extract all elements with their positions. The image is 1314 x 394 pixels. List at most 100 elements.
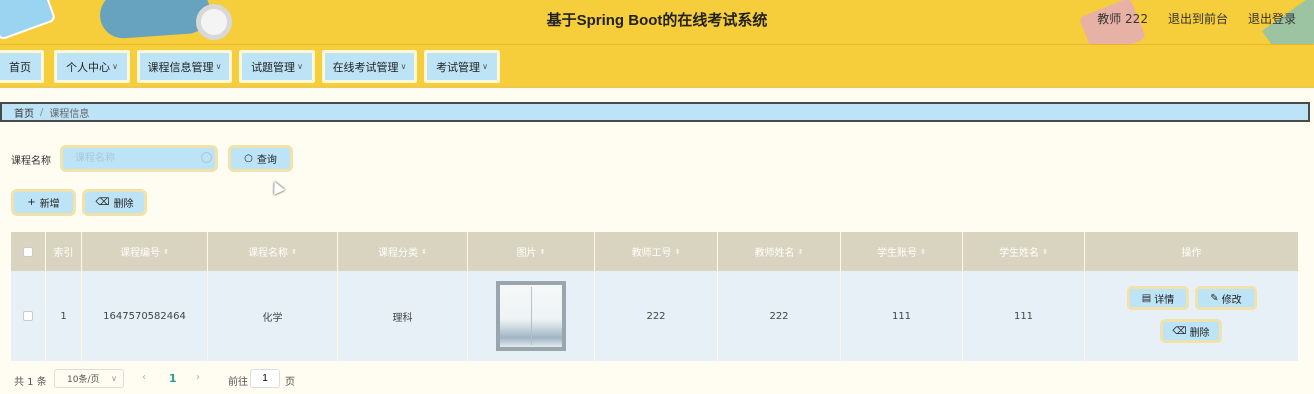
page-size-select[interactable]: 10条/页 ∨ — [54, 369, 124, 388]
nav-item-label: 课程信息管理 — [147, 60, 214, 74]
detail-button[interactable]: ▤ 详情 — [1127, 286, 1189, 310]
cell-course-no: 1647570582464 — [82, 271, 208, 361]
header-select-all[interactable] — [11, 232, 46, 271]
course-image[interactable] — [496, 281, 566, 351]
nav-item-home[interactable]: 首页 — [0, 50, 44, 83]
column-header-label: 索引 — [53, 248, 74, 259]
breadcrumb: 首页 / 课程信息 — [0, 102, 1310, 122]
chevron-down-icon: ∨ — [297, 62, 303, 71]
chevron-down-icon: ∨ — [111, 374, 117, 383]
course-name-search-input[interactable] — [60, 145, 218, 172]
column-header[interactable]: 学生账号 ⬍ — [841, 232, 963, 271]
top-header: 基于Spring Boot的在线考试系统 教师 222 退出到前台 退出登录 — [0, 0, 1314, 44]
sort-icon[interactable]: ⬍ — [540, 248, 546, 256]
sort-icon[interactable]: ⬍ — [798, 248, 804, 256]
pagination-total: 共 1 条 — [14, 377, 47, 388]
goto-page-input[interactable] — [250, 369, 280, 388]
course-image-artwork — [500, 285, 562, 347]
nav-item-online-exam-management[interactable]: 在线考试管理 ∨ — [322, 50, 417, 83]
breadcrumb-current: 课程信息 — [49, 108, 90, 120]
page-size-value: 10条/页 — [67, 375, 100, 385]
sort-icon[interactable]: ⬍ — [163, 248, 169, 256]
nav-item-personal-center[interactable]: 个人中心 ∨ — [54, 50, 130, 83]
sort-icon[interactable]: ⬍ — [920, 248, 926, 256]
column-header: 索引 — [46, 232, 82, 271]
nav-item-exam-management[interactable]: 考试管理 ∨ — [424, 50, 500, 83]
column-header[interactable]: 学生姓名 ⬍ — [963, 232, 1085, 271]
cell-operations: ▤ 详情 ✎ 修改 ⌫ 删除 — [1085, 271, 1298, 361]
cell-teacher-no: 222 — [595, 271, 718, 361]
nav-item-course-management[interactable]: 课程信息管理 ∨ — [137, 50, 232, 83]
column-header[interactable]: 教师工号 ⬍ — [595, 232, 718, 271]
edit-button-label: 修改 — [1221, 294, 1242, 306]
query-button-label: 查询 — [256, 155, 277, 166]
trash-icon: ⌫ — [95, 197, 110, 208]
table-header: 索引 课程编号 ⬍ 课程名称 ⬍ 课程分类 ⬍ 图片 ⬍ 教师工号 ⬍ 教师姓名 ⬍ 学生账… — [11, 232, 1298, 271]
column-header[interactable]: 课程名称 ⬍ — [208, 232, 338, 271]
column-header-label: 教师姓名 — [754, 248, 795, 259]
column-header[interactable]: 课程编号 ⬍ — [82, 232, 208, 271]
column-header-label: 学生账号 — [877, 248, 918, 259]
breadcrumb-home[interactable]: 首页 — [14, 105, 34, 120]
mouse-cursor-icon — [269, 179, 285, 195]
page-number-current[interactable]: 1 — [169, 372, 177, 385]
edit-button[interactable]: ✎ 修改 — [1195, 286, 1257, 310]
row-select[interactable] — [11, 271, 46, 361]
pencil-icon: ✎ — [1210, 292, 1219, 304]
breadcrumb-separator: / — [40, 106, 44, 118]
detail-button-label: 详情 — [1154, 294, 1175, 306]
cell-course-name: 化学 — [208, 271, 338, 361]
cell-index: 1 — [46, 271, 82, 361]
chevron-down-icon: ∨ — [400, 62, 407, 71]
add-button-label: 新增 — [39, 199, 60, 210]
batch-delete-button[interactable]: ⌫ 删除 — [82, 189, 147, 216]
chevron-down-icon: ∨ — [215, 62, 222, 71]
clear-icon[interactable] — [201, 152, 212, 163]
nav-item-label: 在线考试管理 — [332, 60, 399, 74]
search-icon: ○ — [244, 153, 253, 164]
column-header[interactable]: 课程分类 ⬍ — [338, 232, 468, 271]
column-header-label: 教师工号 — [631, 248, 672, 259]
row-delete-button[interactable]: ⌫ 删除 — [1160, 319, 1222, 343]
sort-icon[interactable]: ⬍ — [1042, 248, 1048, 256]
checkbox[interactable] — [23, 311, 33, 321]
sort-icon[interactable]: ⬍ — [675, 248, 681, 256]
add-button[interactable]: + 新增 — [11, 189, 76, 216]
cell-student-name: 111 — [963, 271, 1085, 361]
current-user: 教师 222 — [1097, 12, 1148, 26]
row-delete-button-label: 删除 — [1189, 327, 1210, 339]
checkbox[interactable] — [23, 246, 33, 257]
query-button[interactable]: ○ 查询 — [228, 145, 293, 172]
logout-link[interactable]: 退出登录 — [1248, 10, 1296, 27]
header-links: 教师 222 退出到前台 退出登录 — [1097, 10, 1296, 27]
sort-icon[interactable]: ⬍ — [421, 248, 427, 256]
document-icon: ▤ — [1141, 292, 1152, 304]
cell-student-account: 111 — [841, 271, 963, 361]
table-row: 1 1647570582464 化学 理科 222 222 111 111 ▤ … — [11, 271, 1298, 361]
chevron-down-icon: ∨ — [482, 62, 488, 71]
column-header-label: 操作 — [1181, 248, 1202, 259]
trash-icon: ⌫ — [1172, 325, 1187, 337]
search-label: 课程名称 — [11, 156, 51, 167]
nav-item-question-management[interactable]: 试题管理 ∨ — [239, 50, 315, 83]
exit-to-front-link[interactable]: 退出到前台 — [1168, 10, 1228, 27]
plus-icon: + — [27, 197, 36, 208]
delete-button-label: 删除 — [113, 199, 134, 210]
nav-item-label: 首页 — [9, 60, 31, 74]
chevron-down-icon: ∨ — [112, 62, 118, 71]
column-header-label: 课程分类 — [378, 248, 419, 259]
next-page-icon[interactable]: › — [196, 372, 200, 383]
column-header-label: 课程编号 — [120, 248, 161, 259]
column-header-label: 图片 — [516, 248, 537, 259]
cell-teacher-name: 222 — [718, 271, 841, 361]
cell-category: 理科 — [338, 271, 468, 361]
cell-image — [468, 271, 595, 361]
sort-icon[interactable]: ⬍ — [291, 248, 297, 256]
goto-label: 前往 — [228, 377, 248, 388]
column-header-label: 课程名称 — [248, 248, 289, 259]
main-nav: 首页 个人中心 ∨ 课程信息管理 ∨ 试题管理 ∨ 在线考试管理 ∨ 考试管理 … — [0, 44, 1314, 88]
page-suffix: 页 — [285, 377, 295, 388]
prev-page-icon[interactable]: ‹ — [142, 372, 146, 383]
column-header[interactable]: 图片 ⬍ — [468, 232, 595, 271]
column-header[interactable]: 教师姓名 ⬍ — [718, 232, 841, 271]
